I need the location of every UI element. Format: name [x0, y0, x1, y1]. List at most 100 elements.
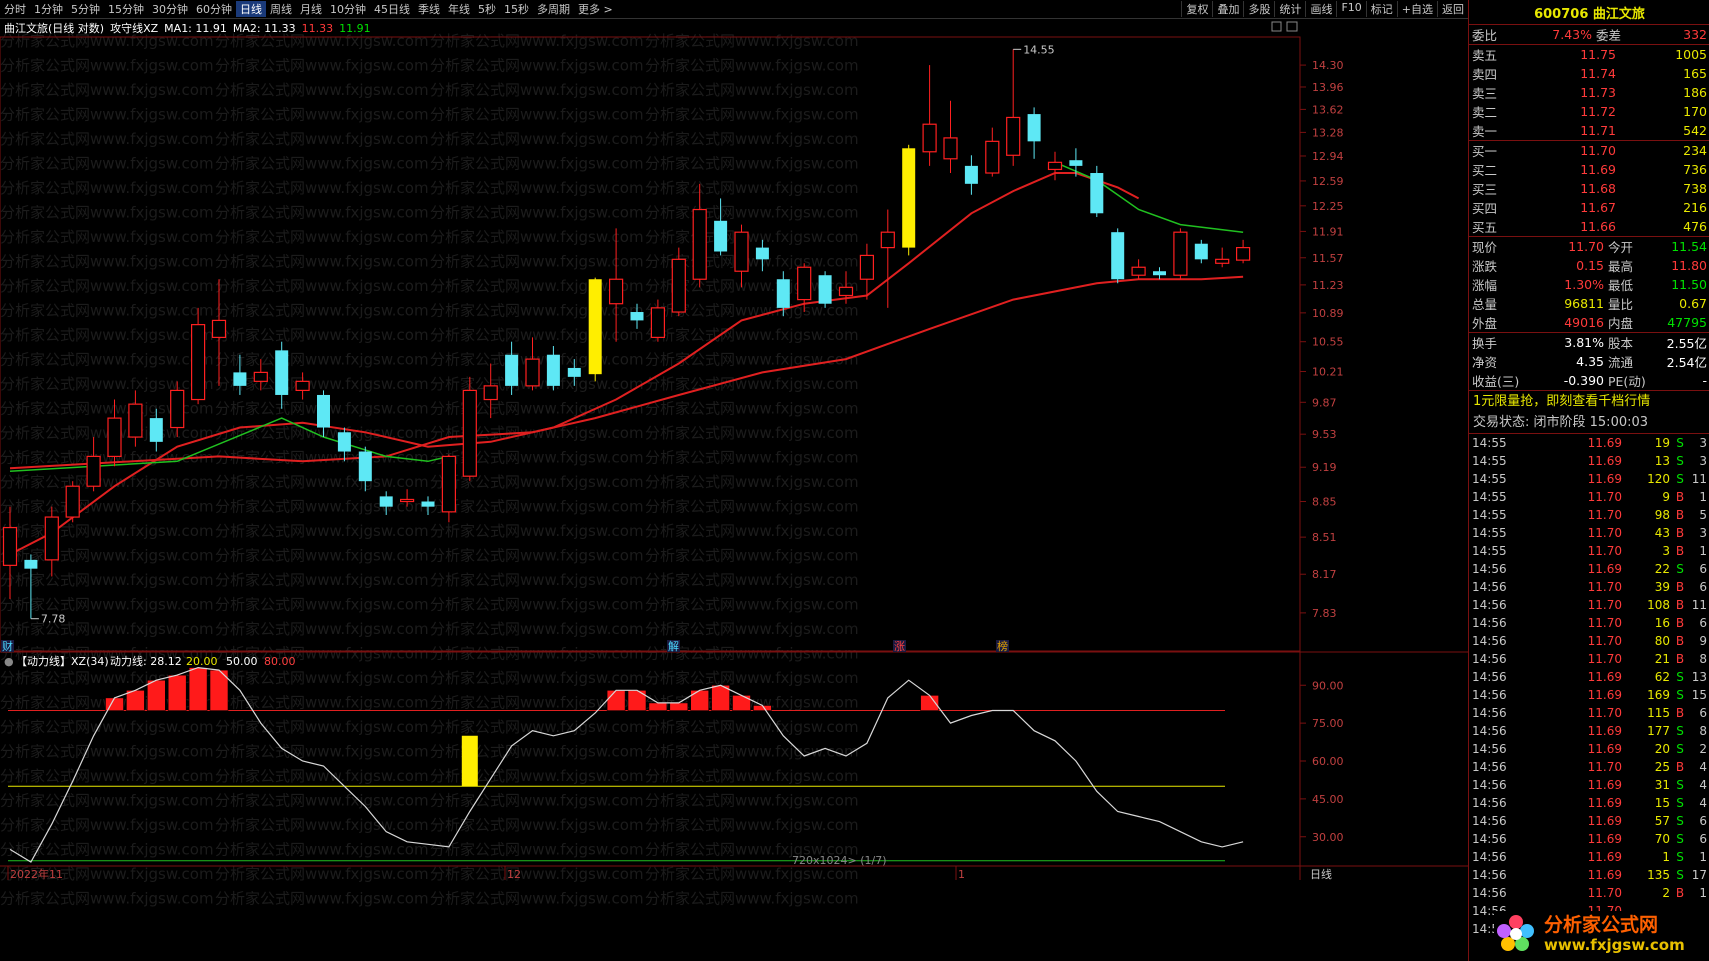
- power-bar-red: [188, 667, 208, 711]
- candle-body: [838, 286, 854, 297]
- watermark-text: 分析家公式网www.fxjgsw.com: [430, 547, 644, 565]
- stat-value: -: [1702, 373, 1707, 388]
- tick-side: S: [1676, 454, 1684, 468]
- stat-value: 2.55亿: [1666, 336, 1707, 351]
- tick-volume: 108: [1647, 598, 1670, 612]
- stat-label: 涨跌: [1472, 259, 1498, 274]
- candle-body: [317, 394, 330, 428]
- watermark-text: 分析家公式网www.fxjgsw.com: [430, 155, 644, 173]
- tick-volume: 9: [1662, 490, 1670, 504]
- watermark-text: 分析家公式网www.fxjgsw.com: [215, 547, 429, 565]
- tick-time: 14:56: [1472, 886, 1507, 900]
- date-axis-period: 日线: [1310, 867, 1332, 881]
- watermark-text: 分析家公式网www.fxjgsw.com: [0, 277, 214, 295]
- candle-body: [65, 485, 80, 518]
- stat-label: 收益(三): [1472, 374, 1520, 389]
- ma-green-tail: [1054, 161, 1244, 233]
- quote-volume: 736: [1683, 162, 1707, 177]
- watermark-text: 分析家公式网www.fxjgsw.com: [645, 669, 859, 687]
- quote-price: 11.67: [1580, 200, 1616, 215]
- tick-time: 14:55: [1472, 472, 1507, 486]
- tick-count: 5: [1699, 508, 1707, 522]
- watermark-text: 分析家公式网www.fxjgsw.com: [0, 816, 214, 834]
- tick-side: S: [1676, 778, 1684, 792]
- watermark-text: 分析家公式网www.fxjgsw.com: [215, 204, 429, 222]
- watermark-text: 分析家公式网www.fxjgsw.com: [430, 106, 644, 124]
- price-axis-label: 12.94: [1312, 150, 1344, 163]
- candle-body: [964, 165, 978, 184]
- promo-banner[interactable]: 1元限量抢，即刻查看千档行情: [1469, 390, 1709, 413]
- watermark-text: 分析家公式网www.fxjgsw.com: [0, 522, 214, 540]
- tick-count: 8: [1699, 652, 1707, 666]
- stat-row: 收益(三) -0.390 PE(动) -: [1469, 371, 1709, 390]
- tick-time: 14:56: [1472, 580, 1507, 594]
- watermark-text: 分析家公式网www.fxjgsw.com: [430, 669, 644, 687]
- watermark-text: 分析家公式网www.fxjgsw.com: [215, 620, 429, 638]
- tick-row: 14:56 11.69 15 S 4: [1469, 794, 1709, 812]
- tick-row: 14:56 11.69 70 S 6: [1469, 830, 1709, 848]
- candle-body: [922, 123, 937, 153]
- quote-volume: 186: [1683, 85, 1707, 100]
- tick-price: 11.70: [1587, 706, 1622, 720]
- tick-side: S: [1676, 688, 1684, 702]
- candlestick-chart[interactable]: 分析家公式网www.fxjgsw.com 分析家公式网www.fxjgsw.com…: [0, 0, 1468, 961]
- candle-body: [818, 275, 832, 304]
- candle-body: [608, 278, 624, 305]
- tick-volume: 15: [1654, 796, 1670, 810]
- tick-count: 6: [1699, 580, 1707, 594]
- watermark-text: 分析家公式网www.fxjgsw.com: [645, 400, 859, 418]
- tick-price: 11.70: [1587, 652, 1622, 666]
- watermark-text: 分析家公式网www.fxjgsw.com: [430, 424, 644, 442]
- tick-side: B: [1675, 598, 1685, 612]
- quote-row: 卖二 11.72 170: [1469, 102, 1709, 121]
- weibi-row: 委比 7.43% 委差 332: [1469, 25, 1709, 44]
- tick-row: 14:56 11.69 169 S 15: [1469, 686, 1709, 704]
- quote-row: 买二 11.69 736: [1469, 160, 1709, 179]
- candle-body: [441, 455, 456, 513]
- tick-row: 14:56 11.69 177 S 8: [1469, 722, 1709, 740]
- level-50: 50.00: [226, 655, 258, 668]
- tick-price: 11.70: [1587, 526, 1622, 540]
- watermark-text: 分析家公式网www.fxjgsw.com: [430, 57, 644, 75]
- tick-price: 11.69: [1587, 814, 1622, 828]
- event-mark: 财: [2, 639, 13, 653]
- watermark-text: 分析家公式网www.fxjgsw.com: [0, 498, 214, 516]
- watermark-text: 分析家公式网www.fxjgsw.com: [430, 326, 644, 344]
- quote-label: 买一: [1472, 144, 1498, 159]
- price-axis-label: 13.96: [1312, 81, 1344, 94]
- candle-body: [1153, 271, 1166, 276]
- stat-value: 47795: [1667, 315, 1707, 330]
- watermark-text: 分析家公式网www.fxjgsw.com: [430, 865, 644, 883]
- candle-body: [275, 350, 289, 395]
- stat-value: 4.35: [1576, 354, 1604, 369]
- price-axis-label: 12.59: [1312, 175, 1344, 188]
- watermark-text: 分析家公式网www.fxjgsw.com: [215, 841, 429, 859]
- candle-body: [902, 148, 916, 248]
- watermark-text: 分析家公式网www.fxjgsw.com: [645, 792, 859, 810]
- tick-price: 11.69: [1587, 688, 1622, 702]
- watermark-text: 分析家公式网www.fxjgsw.com: [430, 620, 644, 638]
- candle-body: [630, 312, 644, 321]
- tick-side: S: [1676, 562, 1684, 576]
- stat-value: 0.15: [1576, 258, 1604, 273]
- candle-body: [525, 358, 540, 387]
- tick-time: 14:56: [1472, 688, 1507, 702]
- watermark-text: 分析家公式网www.fxjgsw.com: [215, 669, 429, 687]
- price-axis-label: 13.28: [1312, 126, 1344, 139]
- tick-row: 14:55 11.70 43 B 3: [1469, 524, 1709, 542]
- power-bar-red: [606, 689, 626, 711]
- stat-row: 净资 4.35 流通 2.54亿: [1469, 352, 1709, 371]
- tick-time: 14:55: [1472, 526, 1507, 540]
- tick-price: 11.70: [1587, 616, 1622, 630]
- tick-count: 3: [1699, 436, 1707, 450]
- watermark-text: 分析家公式网www.fxjgsw.com: [0, 302, 214, 320]
- watermark-text: 分析家公式网www.fxjgsw.com: [645, 596, 859, 614]
- tick-price: 11.69: [1587, 742, 1622, 756]
- stat-label: 最高: [1608, 259, 1634, 274]
- high-price-label: 14.55: [1023, 43, 1054, 56]
- tick-volume: 25: [1654, 760, 1670, 774]
- tick-price: 11.69: [1587, 868, 1622, 882]
- stat-label: 净资: [1472, 355, 1498, 370]
- weibi-label: 委比: [1472, 28, 1498, 43]
- quote-volume: 476: [1683, 219, 1707, 234]
